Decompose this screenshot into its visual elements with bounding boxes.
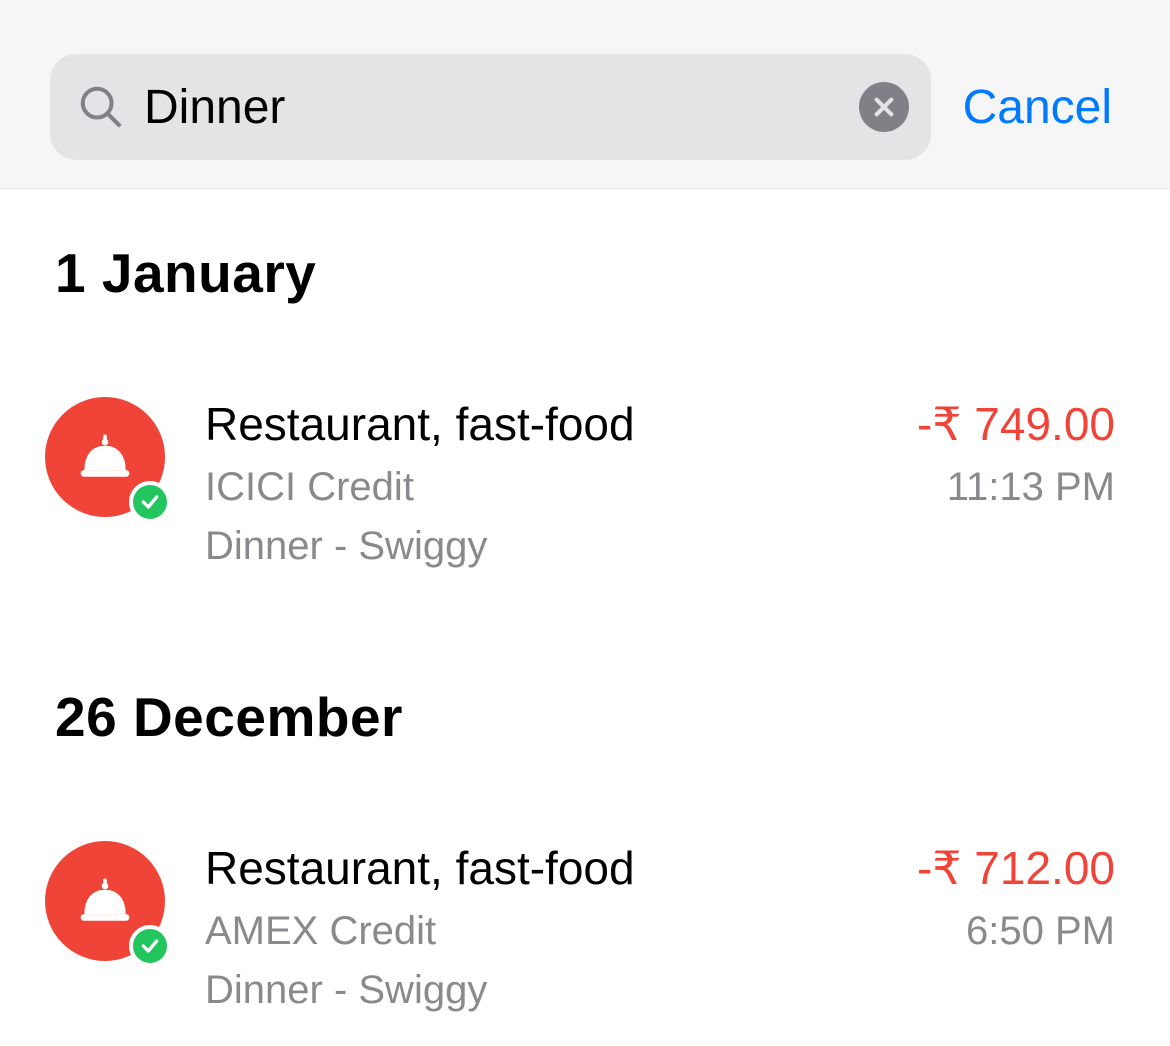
transaction-right: -₹ 712.00 6:50 PM (917, 841, 1115, 954)
transaction-note: Dinner - Swiggy (205, 968, 635, 1013)
date-header: 1 January (55, 241, 1115, 305)
results-list: 1 January Restaurant, fast-food ICICI Cr… (0, 189, 1170, 1013)
category-badge-restaurant (45, 841, 165, 961)
search-bar-area: Cancel (0, 0, 1170, 189)
transaction-note: Dinner - Swiggy (205, 524, 635, 569)
search-field[interactable] (50, 54, 931, 160)
cancel-button[interactable]: Cancel (963, 80, 1120, 135)
transaction-amount: -₹ 749.00 (917, 397, 1115, 451)
category-name: Restaurant, fast-food (205, 841, 635, 895)
date-header: 26 December (55, 685, 1115, 749)
transaction-time: 6:50 PM (917, 909, 1115, 954)
search-icon (78, 84, 124, 130)
category-badge-restaurant (45, 397, 165, 517)
check-icon (129, 481, 171, 523)
clear-search-button[interactable] (859, 82, 909, 132)
cloche-icon (75, 871, 135, 931)
transaction-row[interactable]: Restaurant, fast-food ICICI Credit Dinne… (55, 397, 1115, 569)
transaction-time: 11:13 PM (917, 465, 1115, 510)
check-icon (129, 925, 171, 967)
account-name: AMEX Credit (205, 909, 635, 954)
search-input[interactable] (144, 80, 839, 135)
transaction-details: Restaurant, fast-food ICICI Credit Dinne… (205, 397, 1115, 569)
transaction-amount: -₹ 712.00 (917, 841, 1115, 895)
transaction-left: Restaurant, fast-food AMEX Credit Dinner… (205, 841, 635, 1013)
transaction-row[interactable]: Restaurant, fast-food AMEX Credit Dinner… (55, 841, 1115, 1013)
transaction-right: -₹ 749.00 11:13 PM (917, 397, 1115, 510)
category-name: Restaurant, fast-food (205, 397, 635, 451)
cloche-icon (75, 427, 135, 487)
account-name: ICICI Credit (205, 465, 635, 510)
transaction-details: Restaurant, fast-food AMEX Credit Dinner… (205, 841, 1115, 1013)
transaction-left: Restaurant, fast-food ICICI Credit Dinne… (205, 397, 635, 569)
